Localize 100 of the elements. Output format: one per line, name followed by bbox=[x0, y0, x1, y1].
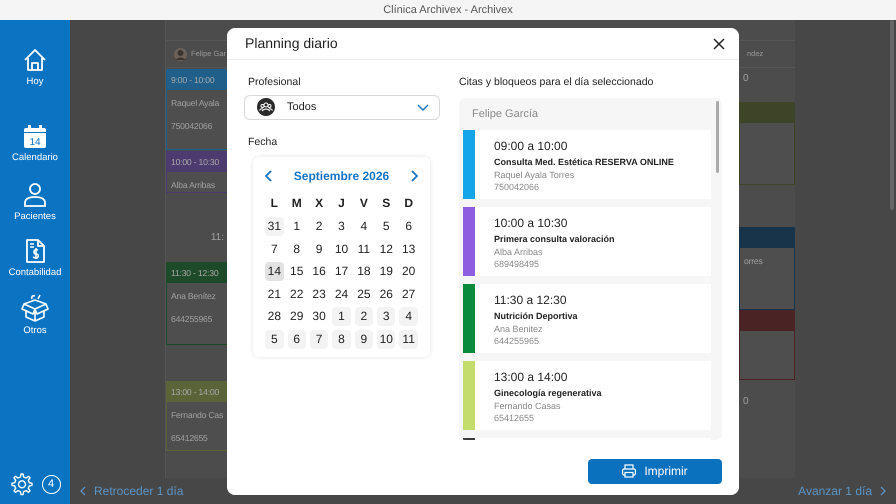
calendar-day[interactable]: 20 bbox=[399, 262, 418, 281]
calendar-day[interactable]: 25 bbox=[354, 284, 374, 304]
phone-number: 65412655 bbox=[170, 432, 208, 445]
phone-number: 750042066 bbox=[494, 181, 540, 194]
calendar-day[interactable]: 2 bbox=[354, 307, 374, 326]
time-header: 13:00 - 14:00 bbox=[167, 382, 227, 402]
calendar-day[interactable]: 2 bbox=[310, 217, 328, 236]
patient-name: Alba Arribas bbox=[170, 179, 215, 192]
calendar-day[interactable]: 4 bbox=[354, 217, 374, 236]
section-label: Citas y bloqueos para el día seleccionado bbox=[459, 75, 654, 90]
calendar-day[interactable]: 11 bbox=[399, 330, 418, 348]
calendar-day[interactable]: 26 bbox=[377, 284, 396, 304]
chevron-right-icon bbox=[410, 170, 418, 182]
sidebar-item[interactable]: Hoy bbox=[22, 47, 48, 90]
patient-name: Fernando Casas bbox=[494, 400, 562, 412]
appointment-time: 09:00 a 10:00 bbox=[494, 138, 568, 154]
scrollbar[interactable] bbox=[716, 100, 719, 173]
sidebar-item[interactable]: Otros bbox=[21, 294, 49, 338]
sidebar-item[interactable]: Pacientes bbox=[14, 182, 56, 224]
time-header: 11:30 - 12:30 bbox=[167, 263, 227, 283]
calendar-day[interactable]: 8 bbox=[288, 240, 306, 258]
chevron-right-icon bbox=[880, 486, 886, 496]
print-button[interactable]: Imprimir bbox=[588, 458, 722, 484]
appointment-card[interactable]: 13:00 a 14:00 Ginecología regenerativa Fernando Casas 65412655 bbox=[463, 360, 711, 430]
calendar-day[interactable]: 4 bbox=[399, 307, 418, 326]
calendar-day[interactable]: 11 bbox=[354, 240, 374, 258]
calendar-day[interactable]: 27 bbox=[399, 284, 418, 304]
cell-text: 0 bbox=[743, 72, 749, 86]
calendar-day[interactable]: 6 bbox=[399, 217, 418, 236]
weekday-label: D bbox=[403, 194, 414, 212]
calendar-day[interactable]: 3 bbox=[377, 307, 396, 326]
chevron-down-icon bbox=[417, 104, 429, 111]
previous-month-button[interactable] bbox=[265, 170, 273, 182]
calendar-day[interactable]: 15 bbox=[288, 262, 306, 281]
calendar-day[interactable]: 7 bbox=[265, 240, 284, 258]
calendar-day[interactable]: 31 bbox=[265, 217, 284, 236]
calendar-day[interactable]: 6 bbox=[288, 330, 306, 348]
appointment-title: Primera consulta valoración bbox=[494, 232, 615, 246]
calendar-day[interactable]: 24 bbox=[332, 284, 351, 304]
cell-text: 0 bbox=[743, 395, 749, 409]
calendar-day[interactable]: 17 bbox=[332, 262, 351, 281]
calendar-day[interactable]: 14 bbox=[265, 262, 284, 281]
calendar-day[interactable]: 5 bbox=[377, 217, 396, 236]
appointment-card[interactable]: 11:30 a 12:30 Nutrición Deportiva Ana Benitez 644255965 bbox=[463, 284, 711, 353]
next-month-button[interactable] bbox=[410, 170, 418, 182]
printer-icon bbox=[622, 464, 636, 478]
patient-name: Raquel Ayala Torres bbox=[494, 168, 576, 182]
calendar-day[interactable]: 8 bbox=[332, 330, 351, 348]
weekday-label: L bbox=[270, 194, 279, 212]
calendar-day[interactable]: 13 bbox=[399, 240, 418, 258]
calendar-day[interactable]: 7 bbox=[310, 330, 328, 348]
calendar-day[interactable]: 5 bbox=[265, 330, 284, 348]
header-bar bbox=[740, 228, 794, 248]
phone-number: 689498495 bbox=[494, 258, 540, 271]
weekday-label: M bbox=[290, 194, 303, 212]
calendar-day[interactable]: 23 bbox=[310, 284, 328, 304]
close-button[interactable] bbox=[713, 38, 725, 50]
appointment-time: 11:30 a 12:30 bbox=[494, 292, 568, 308]
calendar-day[interactable]: 12 bbox=[377, 240, 396, 258]
calendar-day[interactable]: 9 bbox=[310, 240, 328, 258]
field-label: Fecha bbox=[247, 134, 278, 150]
calendar-day[interactable]: 19 bbox=[377, 262, 396, 281]
calendar-day[interactable]: 22 bbox=[288, 284, 306, 304]
appointment-card[interactable]: 10:00 a 10:30 Primera consulta valoración Alba Arribas 689498495 bbox=[463, 206, 711, 276]
calendar-day[interactable]: 30 bbox=[310, 307, 328, 326]
open-box-icon bbox=[21, 294, 49, 322]
phone-number: 750042066 bbox=[170, 120, 212, 133]
professional-select[interactable]: Todos bbox=[244, 94, 440, 120]
field-label: Profesional bbox=[247, 75, 302, 90]
appointment-card[interactable]: 09:00 a 10:00 Consulta Med. Estética RESERVA ONLINE Raquel Ayala Torres 750042066 bbox=[463, 130, 711, 199]
calendar-day[interactable]: 10 bbox=[332, 240, 351, 258]
patient-name: Alba Arribas bbox=[494, 246, 544, 258]
calendar-day[interactable]: 9 bbox=[354, 330, 374, 348]
settings-icon bbox=[10, 473, 34, 496]
weekday-label: X bbox=[314, 194, 324, 212]
appointment-block[interactable]: 11:30 - 12:30 Ana Benítez 644255965 bbox=[166, 262, 228, 345]
sidebar-item[interactable]: Contabilidad bbox=[8, 238, 62, 280]
weekday-label: V bbox=[358, 194, 369, 212]
calendar-day[interactable]: 18 bbox=[354, 262, 374, 281]
appointment-block[interactable]: 10:00 - 10:30 Alba Arribas bbox=[166, 151, 228, 193]
calendar-day[interactable]: 3 bbox=[332, 217, 351, 236]
month-title: Septiembre 2026 bbox=[294, 168, 390, 184]
patient-name: Ana Benitez bbox=[494, 322, 544, 336]
calendar-day[interactable]: 1 bbox=[332, 307, 351, 326]
header-bar bbox=[740, 311, 794, 331]
calendar-day[interactable]: 1 bbox=[288, 217, 306, 236]
calendar-day[interactable]: 10 bbox=[377, 330, 396, 348]
notification-count[interactable]: 4 bbox=[42, 475, 60, 494]
patient-name: Ana Benítez bbox=[170, 290, 216, 303]
calendar-day[interactable]: 29 bbox=[288, 307, 306, 326]
avatar-icon bbox=[174, 48, 187, 60]
time-header: 10:00 - 10:30 bbox=[167, 152, 227, 172]
window-title: Clínica Archivex - Archivex bbox=[383, 2, 513, 18]
calendar-day[interactable]: 16 bbox=[310, 262, 328, 281]
appointment-title: Nutrición Deportiva bbox=[494, 310, 578, 323]
sidebar-item[interactable]: 14 Calendario bbox=[12, 123, 58, 166]
invoice-icon bbox=[24, 238, 46, 264]
calendar-day[interactable]: 28 bbox=[265, 307, 284, 326]
dialog-title: Planning diario bbox=[245, 34, 338, 53]
calendar-day[interactable]: 21 bbox=[265, 284, 284, 304]
